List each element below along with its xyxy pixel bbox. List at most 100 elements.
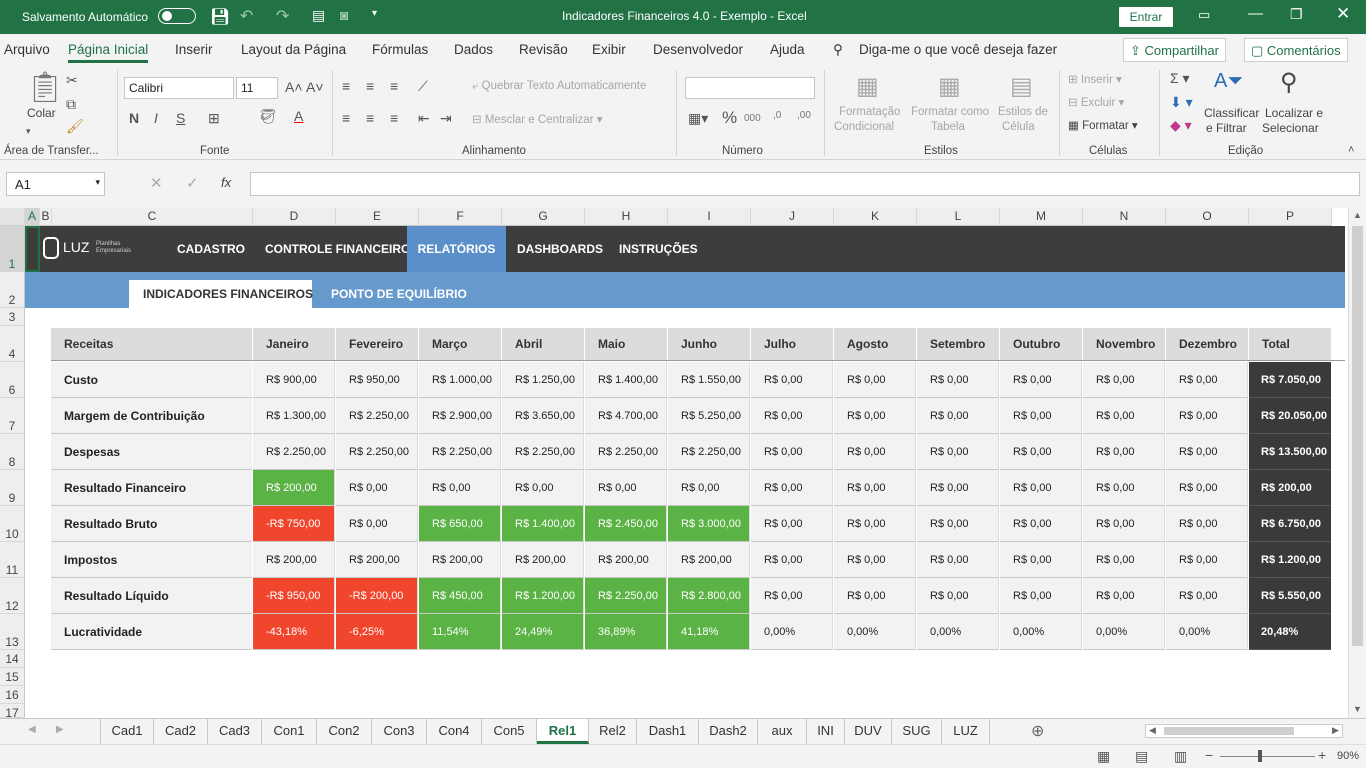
scroll-down-icon[interactable]: ▼ <box>1353 704 1362 714</box>
table-cell[interactable]: R$ 1.000,00 <box>419 362 501 398</box>
table-cell[interactable]: R$ 200,00 <box>253 542 335 578</box>
autosum-icon[interactable]: Σ ▾ <box>1170 70 1190 87</box>
vertical-scrollbar[interactable]: ▲ ▼ <box>1348 208 1366 718</box>
table-cell[interactable]: R$ 450,00 <box>419 578 501 614</box>
table-cell[interactable]: R$ 0,00 <box>1000 578 1082 614</box>
conditional-format-icon[interactable]: ▦ <box>856 72 879 101</box>
table-cell[interactable]: R$ 0,00 <box>1166 434 1248 470</box>
sheet-tab-con3[interactable]: Con3 <box>372 719 427 744</box>
table-cell[interactable]: R$ 3.000,00 <box>668 506 750 542</box>
table-cell[interactable]: R$ 0,00 <box>751 506 833 542</box>
table-cell[interactable]: R$ 2.450,00 <box>585 506 667 542</box>
table-cell[interactable]: R$ 0,00 <box>917 506 999 542</box>
table-cell[interactable]: R$ 200,00 <box>253 470 335 506</box>
hscroll-thumb[interactable] <box>1164 727 1294 735</box>
scroll-up-icon[interactable]: ▲ <box>1353 210 1362 220</box>
ribbon-display-icon[interactable]: ▭ <box>1198 7 1210 23</box>
table-cell[interactable]: 36,89% <box>585 614 667 650</box>
merge-center-button[interactable]: ⊟ Mesclar e Centralizar ▾ <box>472 112 602 126</box>
table-cell[interactable]: R$ 0,00 <box>917 362 999 398</box>
copy-icon[interactable]: ⧉ <box>66 96 76 113</box>
table-cell[interactable]: R$ 0,00 <box>1083 506 1165 542</box>
column-header-o[interactable]: O <box>1166 208 1249 226</box>
table-cell[interactable]: R$ 2.250,00 <box>336 398 418 434</box>
column-header-d[interactable]: D <box>253 208 336 226</box>
column-header-h[interactable]: H <box>585 208 668 226</box>
zoom-in-icon[interactable]: + <box>1318 747 1326 763</box>
cell-styles-label-2[interactable]: Célula <box>1002 121 1035 133</box>
format-cells-button[interactable]: ▦ Formatar ▾ <box>1068 118 1138 132</box>
menu-layout[interactable]: Layout da Página <box>241 42 346 57</box>
table-cell[interactable]: R$ 2.250,00 <box>336 434 418 470</box>
table-cell[interactable]: R$ 0,00 <box>1000 398 1082 434</box>
table-cell[interactable]: 0,00% <box>917 614 999 650</box>
row-header-6[interactable]: 6 <box>0 362 25 398</box>
camera-icon[interactable]: ◙ <box>340 7 348 23</box>
page-break-icon[interactable]: ▥ <box>1174 748 1187 765</box>
align-bottom-icon[interactable]: ≡ <box>390 78 398 94</box>
comments-button[interactable]: ▢ Comentários <box>1244 38 1348 62</box>
nav-controle-financeiro[interactable]: CONTROLE FINANCEIRO <box>255 226 420 272</box>
zoom-slider-thumb[interactable] <box>1258 750 1262 762</box>
sheet-tab-rel2[interactable]: Rel2 <box>589 719 637 744</box>
total-cell[interactable]: R$ 7.050,00 <box>1249 362 1331 398</box>
row-header-16[interactable]: 16 <box>0 686 25 704</box>
table-cell[interactable]: R$ 0,00 <box>1000 470 1082 506</box>
table-cell[interactable]: R$ 0,00 <box>1000 506 1082 542</box>
table-cell[interactable]: R$ 0,00 <box>336 470 418 506</box>
table-cell[interactable]: R$ 2.250,00 <box>585 578 667 614</box>
fill-icon[interactable]: ⬇ ▾ <box>1170 94 1193 111</box>
decrease-indent-icon[interactable]: ⇤ <box>418 110 430 127</box>
conditional-format-label-2[interactable]: Condicional <box>834 121 894 133</box>
sheet-tab-ini[interactable]: INI <box>807 719 845 744</box>
hscroll-right-icon[interactable]: ▶ <box>1332 725 1339 736</box>
total-cell[interactable]: R$ 13.500,00 <box>1249 434 1331 470</box>
table-cell[interactable]: R$ 0,00 <box>751 542 833 578</box>
format-table-icon[interactable]: ▦ <box>938 72 961 101</box>
total-cell[interactable]: R$ 5.550,00 <box>1249 578 1331 614</box>
table-cell[interactable]: R$ 0,00 <box>917 398 999 434</box>
align-right-icon[interactable]: ≡ <box>390 110 398 126</box>
close-icon[interactable]: ✕ <box>1336 4 1350 24</box>
row-header-14[interactable]: 14 <box>0 650 25 668</box>
menu-inserir[interactable]: Inserir <box>175 42 213 57</box>
table-cell[interactable]: R$ 0,00 <box>834 542 916 578</box>
table-cell[interactable]: R$ 3.650,00 <box>502 398 584 434</box>
align-center-icon[interactable]: ≡ <box>366 110 374 126</box>
table-cell[interactable]: R$ 2.250,00 <box>668 434 750 470</box>
table-cell[interactable]: R$ 0,00 <box>1083 578 1165 614</box>
menu-pagina-inicial[interactable]: Página Inicial <box>68 42 148 57</box>
table-cell[interactable]: 0,00% <box>1000 614 1082 650</box>
table-cell[interactable]: R$ 0,00 <box>1083 470 1165 506</box>
table-cell[interactable]: 11,54% <box>419 614 501 650</box>
sheet-tab-sug[interactable]: SUG <box>892 719 942 744</box>
menu-dados[interactable]: Dados <box>454 42 493 57</box>
nav-cadastro[interactable]: CADASTRO <box>167 226 255 272</box>
cell-styles-icon[interactable]: ▤ <box>1010 72 1033 101</box>
table-cell[interactable]: R$ 0,00 <box>917 434 999 470</box>
table-cell[interactable]: R$ 0,00 <box>1166 506 1248 542</box>
table-cell[interactable]: R$ 0,00 <box>1083 362 1165 398</box>
menu-arquivo[interactable]: Arquivo <box>4 42 50 57</box>
clear-icon[interactable]: ◆ ▾ <box>1170 117 1192 134</box>
table-cell[interactable]: R$ 900,00 <box>253 362 335 398</box>
borders-icon[interactable]: ⊞ <box>208 110 220 127</box>
cancel-icon[interactable]: ✕ <box>150 174 163 192</box>
name-box[interactable]: A1 ▾ <box>6 172 105 196</box>
table-cell[interactable]: R$ 950,00 <box>336 362 418 398</box>
formula-input[interactable] <box>250 172 1360 196</box>
table-cell[interactable]: R$ 0,00 <box>834 434 916 470</box>
font-name-select[interactable]: Calibri <box>124 77 234 99</box>
paste-button[interactable]: Colar <box>27 106 56 120</box>
delete-cells-button[interactable]: ⊟ Excluir ▾ <box>1068 95 1124 109</box>
menu-desenvolvedor[interactable]: Desenvolvedor <box>653 42 743 57</box>
accounting-format-icon[interactable]: ▦▾ <box>688 110 708 127</box>
underline-button[interactable]: S <box>176 110 185 126</box>
hscroll-left-icon[interactable]: ◀ <box>1149 725 1156 736</box>
total-cell[interactable]: R$ 1.200,00 <box>1249 542 1331 578</box>
nav-instrucoes[interactable]: INSTRUÇÕES <box>609 226 708 272</box>
table-cell[interactable]: -R$ 950,00 <box>253 578 335 614</box>
increase-decimal-icon[interactable]: ,0 <box>773 110 781 121</box>
sheet-tab-luz[interactable]: LUZ <box>942 719 990 744</box>
menu-formulas[interactable]: Fórmulas <box>372 42 428 57</box>
